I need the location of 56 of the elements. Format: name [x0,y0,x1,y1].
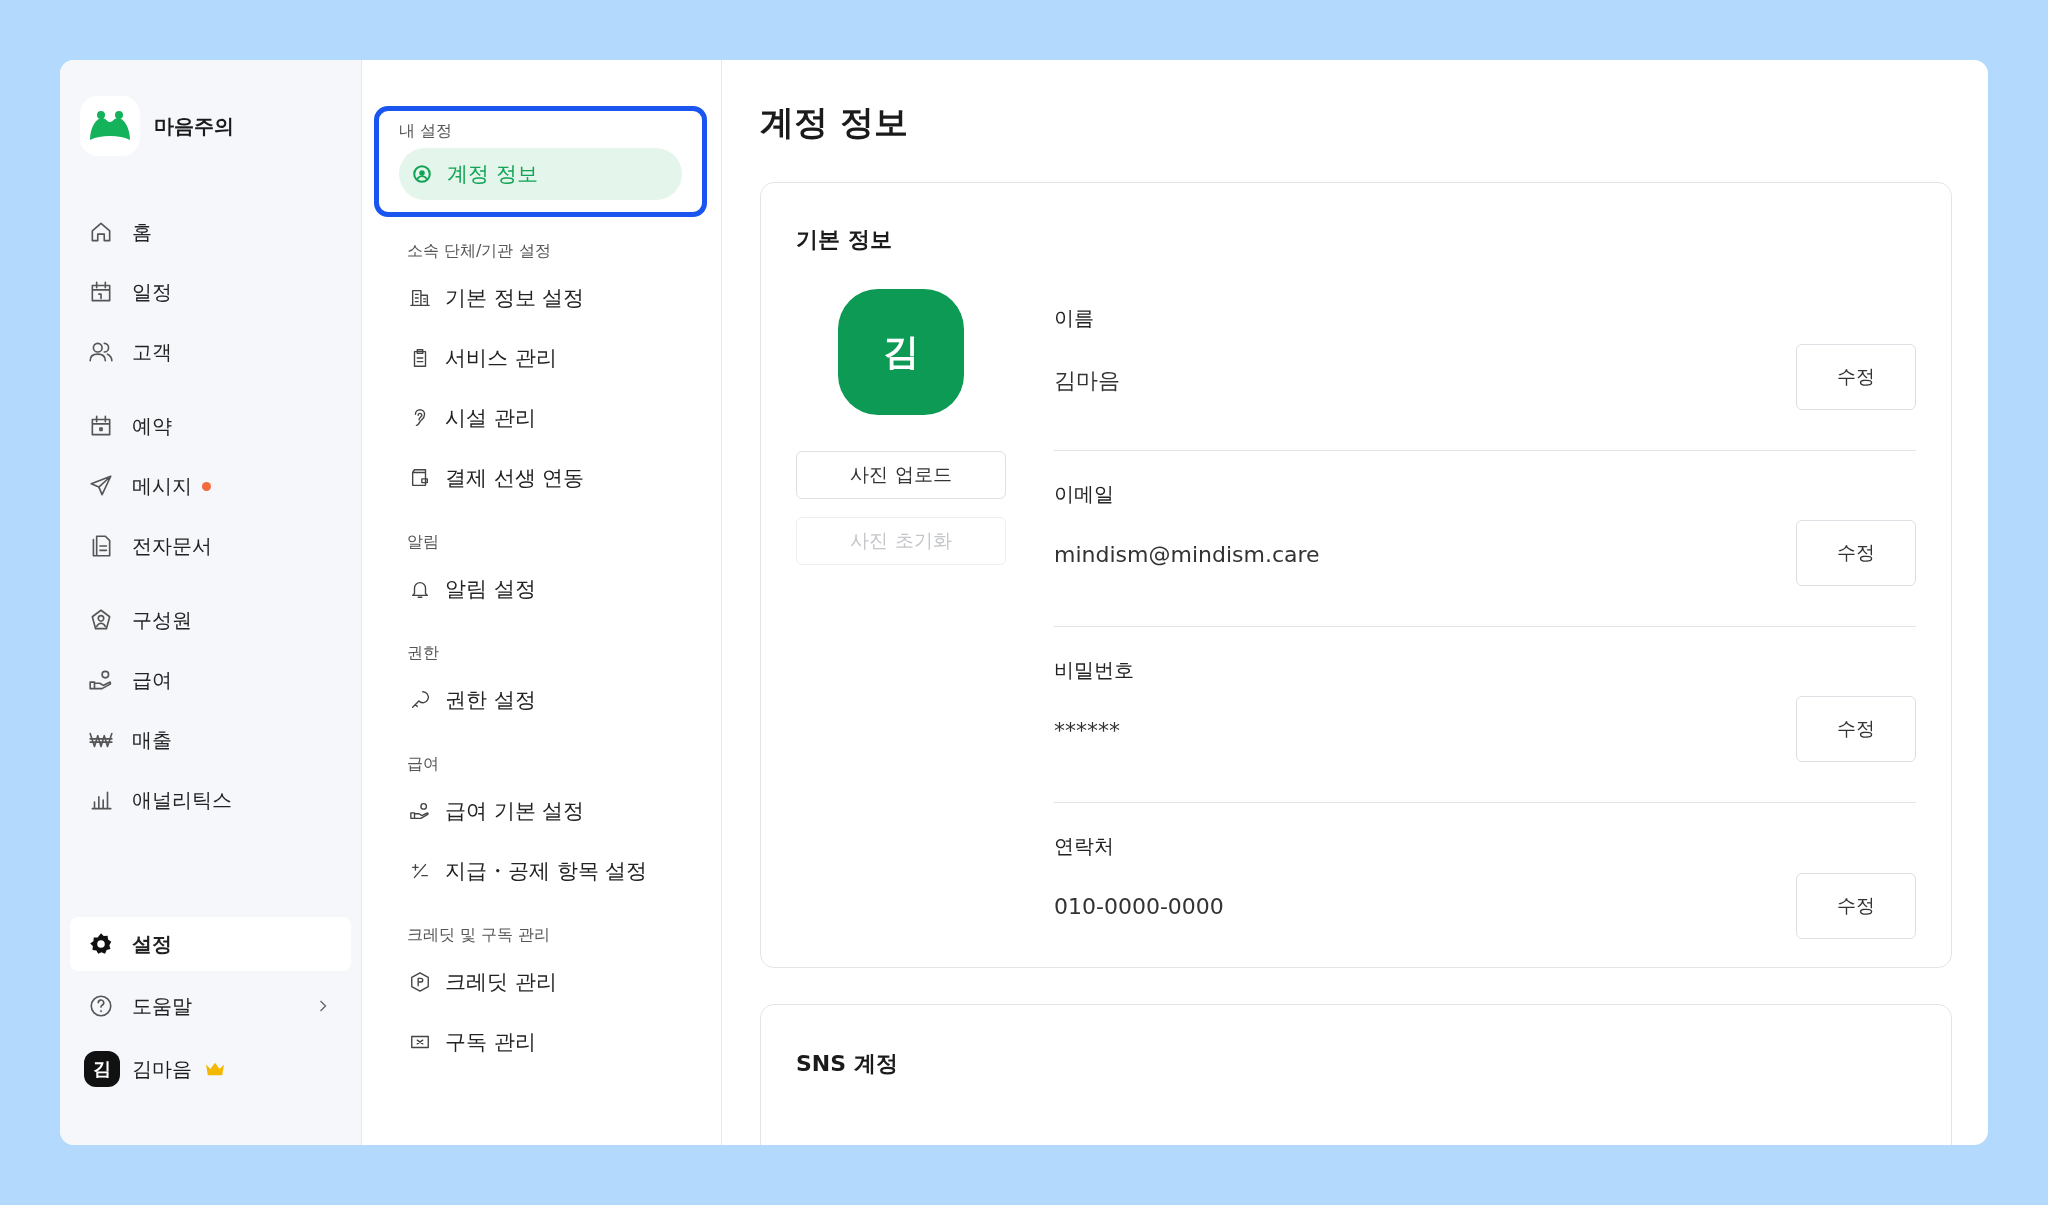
wallet-icon [409,467,431,489]
nav-item[interactable]: 고객 [70,322,351,382]
nav-item[interactable]: 전자문서 [70,516,351,576]
field-value: 010-0000-0000 [1054,894,1224,919]
edit-button[interactable]: 수정 [1796,696,1916,762]
menu-item[interactable]: 서비스 관리 [407,328,703,388]
field-label: 이메일 [1054,481,1115,508]
menu-item[interactable]: 알림 설정 [407,559,703,619]
nav-item[interactable]: 급여 [70,650,351,710]
section-heading: 내 설정 [399,121,454,142]
nav-item[interactable]: 구성원 [70,590,351,650]
menu-item[interactable]: 크레딧 관리 [407,952,703,1012]
field-value: 김마음 [1054,367,1120,395]
section-heading: 급여 [407,754,440,775]
menu-item[interactable]: 시설 관리 [407,388,703,448]
nav-item[interactable]: 일정 [70,262,351,322]
nav-item[interactable]: 메시지 [70,456,351,516]
nav-item[interactable]: 애널리틱스 [70,770,351,830]
hand-icon [409,800,431,822]
field-label: 비밀번호 [1054,657,1134,684]
help-icon [88,993,114,1019]
field-label: 연락처 [1054,833,1115,860]
section-heading: 소속 단체/기관 설정 [407,241,552,262]
card-title: SNS 계정 [796,1050,899,1078]
field-label: 이름 [1054,305,1095,332]
field-value: mindism@mindism.care [1054,542,1320,567]
section-heading: 권한 [407,643,440,664]
section-heading: 알림 [407,532,440,553]
nav-item[interactable]: 매출 [70,710,351,770]
coin-icon [409,971,431,993]
user-avatar: 김 [84,1051,120,1087]
menu-item[interactable]: 급여 기본 설정 [407,781,703,841]
app-name: 마음주의 [154,112,234,140]
menu-item[interactable]: 권한 설정 [407,670,703,730]
edit-button[interactable]: 수정 [1796,520,1916,586]
menu-item[interactable]: 지급・공제 항목 설정 [407,841,703,901]
nav-item[interactable]: 설정 [70,917,351,971]
field-value: ****** [1054,718,1121,743]
menu-item[interactable]: 결제 선생 연동 [407,448,703,508]
edit-button[interactable]: 수정 [1796,344,1916,410]
profile-avatar: 김 [838,289,964,415]
edit-button[interactable]: 수정 [1796,873,1916,939]
section-heading: 크레딧 및 구독 관리 [407,925,552,946]
page-title: 계정 정보 [760,101,909,144]
nav-item[interactable]: 홈 [70,202,351,262]
user-icon [411,163,433,185]
user-name: 김마음 [132,1055,192,1083]
card-title: 기본 정보 [796,226,893,254]
nav-item[interactable]: 예약 [70,396,351,456]
nav-item[interactable]: 도움말 [70,979,351,1033]
menu-item[interactable]: 기본 정보 설정 [407,268,703,328]
settings-icon [88,931,114,957]
menu-item[interactable]: 구독 관리 [407,1012,703,1072]
building-icon [409,287,431,309]
app-logo [80,96,140,156]
photo-button[interactable]: 사진 업로드 [796,451,1006,499]
